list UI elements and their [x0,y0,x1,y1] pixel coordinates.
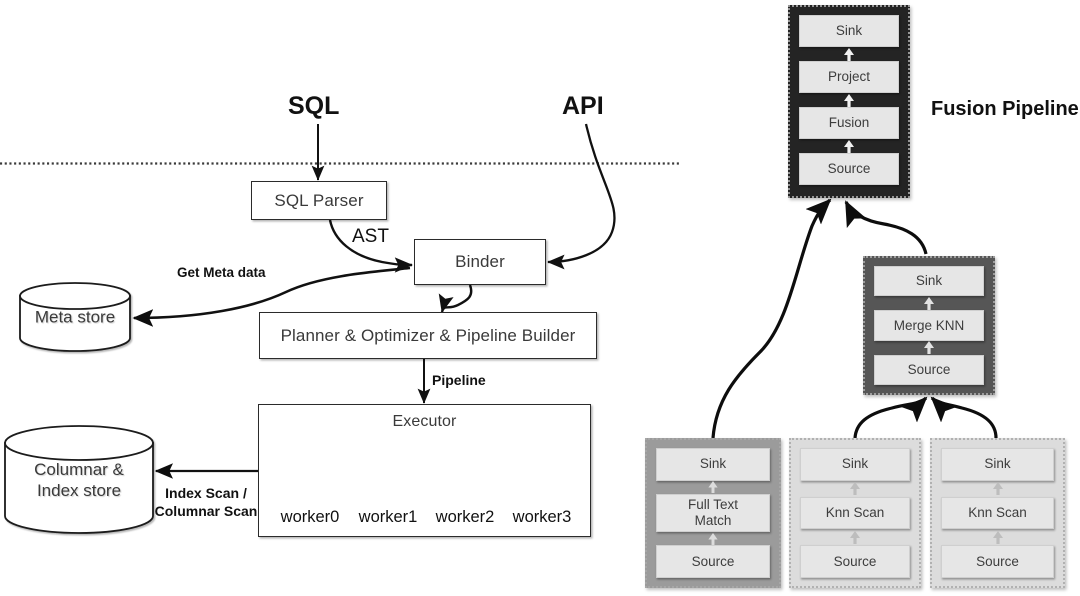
arrow-fulltext-to-fusion [711,198,832,439]
store-columnar-line1: Columnar & [34,459,124,479]
node-sink[interactable]: Sink [656,448,770,481]
arrow-api-to-binder [547,123,616,270]
input-label-api: API [562,92,604,120]
node-sink[interactable]: Sink [800,448,910,481]
node-sink[interactable]: Sink [799,15,899,47]
node-source[interactable]: Source [656,545,770,578]
connector-up-icon [941,481,1054,497]
arrow-knnscan2-to-mergeknn [930,396,998,439]
arrow-mergeknn-to-fusion [844,200,928,255]
node-sink[interactable]: Sink [874,266,984,297]
diagram-canvas: SQL API SQL Parser Binder Planner & Opti… [0,0,1080,596]
node-knn-scan[interactable]: Knn Scan [941,496,1054,530]
arrow-knnscan1-to-mergeknn [853,396,928,439]
input-label-sql: SQL [288,92,340,120]
box-sql-parser[interactable]: SQL Parser [251,181,387,220]
worker-label-0: worker0 [280,508,340,526]
box-binder[interactable]: Binder [414,239,546,285]
node-knn-scan[interactable]: Knn Scan [800,496,910,530]
connector-up-icon [656,532,770,545]
edge-label-get-meta-data: Get Meta data [177,265,266,280]
box-planner-optimizer-pipeline-builder[interactable]: Planner & Optimizer & Pipeline Builder [259,312,597,359]
worker-label-1: worker1 [358,508,418,526]
store-columnar-index[interactable]: Columnar & Index store [5,426,153,533]
worker-label-2: worker2 [435,508,495,526]
arrow-binder-to-planner [438,284,473,313]
node-merge-knn[interactable]: Merge KNN [874,310,984,341]
connector-up-icon [656,481,770,494]
connector-up-icon [799,139,899,153]
store-columnar-line2: Index store [36,480,122,500]
node-source[interactable]: Source [800,545,910,579]
pipeline-knn-scan-1[interactable]: Sink Knn Scan Source [789,438,921,588]
node-fusion[interactable]: Fusion [799,107,899,139]
box-binder-label: Binder [455,252,505,271]
box-executor-label: Executor [392,413,457,430]
node-project[interactable]: Project [799,61,899,93]
edge-label-ast: AST [352,226,389,247]
node-source[interactable]: Source [874,354,984,385]
node-sink[interactable]: Sink [941,448,1054,481]
connector-up-icon [941,529,1054,545]
connector-up-icon [874,341,984,355]
store-columnar-index-label: Columnar & Index store [5,458,153,501]
edge-label-index-scan: Index Scan / [165,485,247,501]
node-source[interactable]: Source [941,545,1054,579]
node-source[interactable]: Source [799,153,899,185]
worker-label-3: worker3 [512,508,572,526]
connector-up-icon [799,93,899,107]
pipeline-knn-scan-2[interactable]: Sink Knn Scan Source [930,438,1065,588]
pipeline-fusion[interactable]: Sink Project Fusion Source [788,5,910,198]
arrow-binder-to-meta-store [132,266,411,327]
connector-up-icon [799,47,899,61]
store-meta[interactable]: Meta store [20,283,130,351]
connector-up-icon [800,529,910,545]
connector-up-icon [874,296,984,310]
pipeline-merge-knn[interactable]: Sink Merge KNN Source [863,256,995,395]
edge-label-columnar-scan: Columnar Scan [154,503,258,519]
box-planner-label: Planner & Optimizer & Pipeline Builder [280,325,576,345]
box-sql-parser-label: SQL Parser [274,190,364,210]
edge-label-pipeline: Pipeline [432,372,486,388]
node-full-text-match[interactable]: Full Text Match [656,493,770,533]
store-meta-label: Meta store [34,307,116,327]
fusion-pipeline-caption: Fusion Pipeline [931,98,1079,120]
connector-up-icon [800,481,910,497]
pipeline-full-text-match[interactable]: Sink Full Text Match Source [645,438,781,588]
